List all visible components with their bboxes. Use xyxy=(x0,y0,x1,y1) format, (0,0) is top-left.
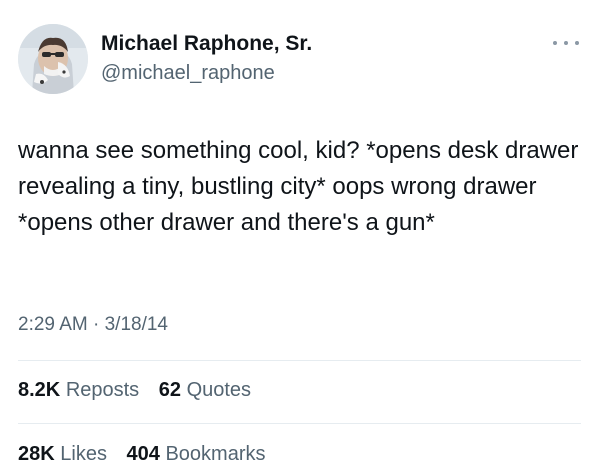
quotes-count: 62 xyxy=(158,379,181,401)
bookmarks-stat[interactable]: 404 Bookmarks xyxy=(127,443,266,465)
tweet-text: wanna see something cool, kid? *opens de… xyxy=(18,137,586,236)
bookmarks-label: Bookmarks xyxy=(165,443,266,465)
tweet-time: 2:29 AM xyxy=(18,314,88,335)
dot xyxy=(575,41,579,45)
likes-stat[interactable]: 28K Likes xyxy=(18,443,113,465)
tweet-timestamp[interactable]: 2:29 AM · 3/18/14 xyxy=(18,314,168,336)
author-handle[interactable]: @michael_raphone xyxy=(101,62,275,85)
author-name[interactable]: Michael Raphone, Sr. xyxy=(101,32,312,56)
reposts-count: 8.2K xyxy=(18,379,61,401)
dot xyxy=(553,41,557,45)
dot xyxy=(564,41,568,45)
tweet-date: 3/18/14 xyxy=(104,314,169,335)
avatar[interactable] xyxy=(18,24,88,94)
likes-label: Likes xyxy=(60,443,107,465)
quotes-stat[interactable]: 62 Quotes xyxy=(159,379,251,401)
divider xyxy=(18,360,581,361)
reposts-label: Reposts xyxy=(65,379,140,401)
bookmarks-count: 404 xyxy=(126,443,160,465)
more-options-icon[interactable] xyxy=(553,33,579,53)
reposts-stat[interactable]: 8.2K Reposts xyxy=(18,379,145,401)
divider xyxy=(18,423,581,424)
quotes-label: Quotes xyxy=(186,379,252,401)
profile-photo-icon xyxy=(18,24,88,94)
stats-row-engagement: 8.2K Reposts 62 Quotes xyxy=(18,379,265,402)
tweet-card: Michael Raphone, Sr. @michael_raphone wa… xyxy=(0,0,599,475)
likes-count: 28K xyxy=(18,443,55,465)
timestamp-separator: · xyxy=(93,314,100,335)
stats-row-likes: 28K Likes 404 Bookmarks xyxy=(18,443,280,466)
